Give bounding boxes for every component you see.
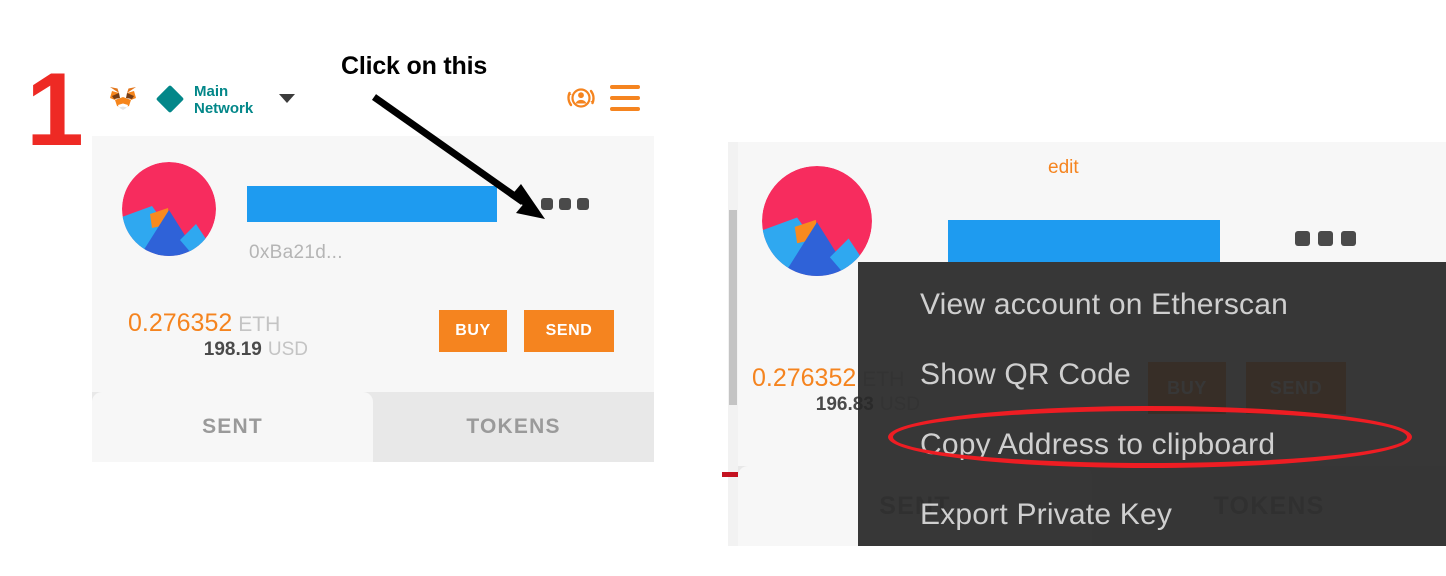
callout-text: Click on this [341,52,488,80]
account-address[interactable]: 0xBa21d... [249,242,343,264]
highlight-ellipse [888,406,1412,468]
chevron-down-icon[interactable] [279,94,295,103]
three-dots-icon[interactable] [1295,231,1356,246]
menu-item-export-private-key[interactable]: Export Private Key [920,498,1172,532]
edit-account-name-link[interactable]: edit [1048,157,1079,179]
avatar [122,162,216,256]
eth-balance-amount: 0.276352 [752,364,857,392]
eth-balance-amount: 0.276352 [128,309,233,337]
eth-balance-unit: ETH [238,313,281,336]
buy-button[interactable]: BUY [439,310,507,352]
callout-arrow-icon [371,94,545,219]
account-options-dropdown: View account on Etherscan Show QR Code C… [858,262,1446,546]
wallet-tabs: SENT TOKENS [92,392,654,462]
account-name-redaction [948,220,1220,262]
send-button[interactable]: SEND [524,310,614,352]
menu-item-view-on-etherscan[interactable]: View account on Etherscan [920,288,1288,322]
network-label-line2: Network [194,100,254,117]
fiat-balance-amount: 198.19 [203,339,262,360]
metamask-options-panel: edit 0.276352ETH 196.83USD BUY SEND SENT… [738,142,1446,546]
hamburger-menu-icon[interactable] [610,85,640,111]
eth-balance: 0.276352ETH [128,309,280,338]
network-label-line1: Main [194,83,229,100]
tab-tokens[interactable]: TOKENS [373,392,654,462]
network-label[interactable]: Main Network [194,83,272,117]
avatar [762,166,872,276]
metamask-fox-icon [110,87,136,110]
tab-sent[interactable]: SENT [92,392,373,462]
network-diamond-icon [155,84,185,114]
right-panel-scrollbar-thumb[interactable] [729,210,737,405]
step-number: 1 [26,52,84,168]
fiat-balance: 198.19 USD [128,339,308,361]
fiat-balance-unit: USD [267,339,308,360]
menu-item-show-qr-code[interactable]: Show QR Code [920,358,1131,392]
